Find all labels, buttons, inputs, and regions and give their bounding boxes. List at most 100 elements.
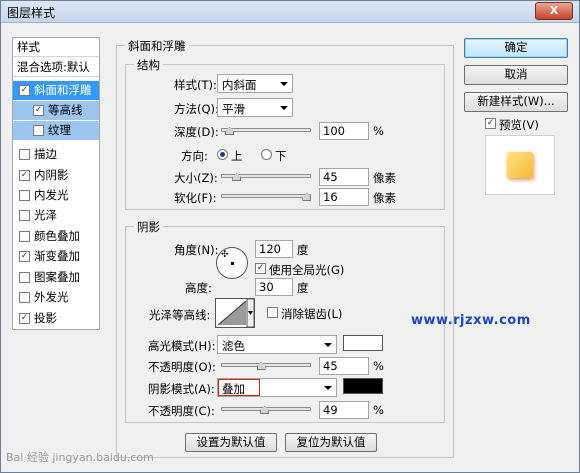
- altitude-unit: 度: [297, 281, 309, 295]
- style-item-contour[interactable]: ✓ 等高线: [13, 101, 99, 120]
- gradient-overlay-checkbox[interactable]: ✓: [19, 251, 30, 262]
- style-item-label: 斜面和浮雕: [34, 83, 92, 97]
- soften-unit: 像素: [373, 191, 396, 205]
- chevron-down-icon: [280, 82, 288, 86]
- soften-input[interactable]: 16: [319, 188, 369, 206]
- structure-title: 结构: [134, 57, 163, 73]
- depth-slider-track[interactable]: [221, 128, 311, 132]
- highlight-mode-label: 高光模式(H):: [148, 339, 216, 353]
- style-dropdown-value: 内斜面: [222, 78, 257, 92]
- anti-alias-checkbox[interactable]: [267, 307, 278, 318]
- style-item-label: 内发光: [34, 188, 69, 202]
- inner-glow-checkbox[interactable]: [19, 190, 30, 201]
- style-preview: [485, 135, 555, 195]
- drop-shadow-checkbox[interactable]: ✓: [19, 313, 30, 324]
- direction-up-label: 上: [231, 149, 243, 163]
- styles-list: 样式 混合选项:默认 ✓ 斜面和浮雕 ✓ 等高线 纹理 描边 ✓ 内阴影 内发光…: [12, 37, 100, 330]
- style-item-label: 颜色叠加: [34, 229, 80, 243]
- inner-shadow-checkbox[interactable]: ✓: [19, 170, 30, 181]
- layer-style-dialog: 图层样式 X 样式 混合选项:默认 ✓ 斜面和浮雕 ✓ 等高线 纹理 描边 ✓ …: [0, 0, 580, 473]
- direction-down-label: 下: [275, 149, 287, 163]
- angle-input[interactable]: 120: [255, 240, 293, 258]
- shadow-opacity-unit: %: [373, 403, 384, 417]
- style-item-stroke[interactable]: 描边: [13, 145, 99, 164]
- close-button[interactable]: X: [535, 2, 573, 20]
- style-item-label: 等高线: [48, 103, 83, 117]
- style-item-outer-glow[interactable]: 外发光: [13, 288, 99, 307]
- depth-input[interactable]: 100: [319, 122, 369, 140]
- shadow-color-swatch[interactable]: [343, 378, 383, 394]
- technique-dropdown-value: 平滑: [222, 102, 245, 116]
- style-item-label: 投影: [34, 311, 57, 325]
- size-input[interactable]: 45: [319, 168, 369, 186]
- style-item-inner-shadow[interactable]: ✓ 内阴影: [13, 166, 99, 185]
- gloss-contour-label: 光泽等高线:: [149, 308, 211, 322]
- reset-default-button[interactable]: 复位为默认值: [285, 433, 377, 452]
- new-style-button[interactable]: 新建样式(W)...: [464, 92, 568, 112]
- depth-label: 深度(D):: [174, 125, 219, 139]
- outer-glow-checkbox[interactable]: [19, 292, 30, 303]
- gloss-contour-picker[interactable]: [215, 298, 255, 328]
- crosshair-icon: ✣: [221, 250, 229, 260]
- style-item-satin[interactable]: 光泽: [13, 206, 99, 225]
- style-item-label: 渐变叠加: [34, 249, 80, 263]
- size-unit: 像素: [373, 171, 396, 185]
- texture-checkbox[interactable]: [33, 125, 44, 136]
- style-item-pattern-overlay[interactable]: 图案叠加: [13, 268, 99, 287]
- ok-button[interactable]: 确定: [464, 38, 568, 58]
- highlight-opacity-input[interactable]: 45: [319, 357, 369, 375]
- shading-title: 阴影: [134, 219, 163, 235]
- shadow-opacity-input[interactable]: 49: [319, 401, 369, 419]
- highlight-mode-dropdown[interactable]: 滤色: [217, 335, 337, 354]
- size-label: 大小(Z):: [174, 171, 218, 185]
- preview-label: 预览(V): [499, 118, 539, 132]
- style-item-inner-glow[interactable]: 内发光: [13, 186, 99, 205]
- cancel-button[interactable]: 取消: [464, 65, 568, 85]
- shadow-opacity-label: 不透明度(C):: [148, 404, 215, 418]
- style-dropdown[interactable]: 内斜面: [217, 74, 293, 93]
- style-item-drop-shadow[interactable]: ✓ 投影: [13, 309, 99, 328]
- direction-down-radio[interactable]: [261, 149, 272, 160]
- style-label: 样式(T):: [174, 78, 217, 92]
- soften-slider-track[interactable]: [221, 194, 311, 198]
- chevron-down-icon: [324, 386, 332, 390]
- shadow-mode-highlight-box: [218, 379, 260, 396]
- style-item-texture[interactable]: 纹理: [13, 121, 99, 140]
- make-default-button[interactable]: 设置为默认值: [185, 433, 277, 452]
- altitude-input[interactable]: 30: [255, 278, 293, 296]
- bevel-emboss-checkbox[interactable]: ✓: [19, 85, 30, 96]
- direction-up-radio[interactable]: [217, 149, 228, 160]
- preview-checkbox[interactable]: ✓: [485, 118, 496, 129]
- style-item-bevel-emboss[interactable]: ✓ 斜面和浮雕: [13, 81, 99, 100]
- technique-dropdown[interactable]: 平滑: [217, 98, 293, 117]
- window-title: 图层样式: [7, 6, 56, 20]
- style-item-color-overlay[interactable]: 颜色叠加: [13, 227, 99, 246]
- title-bar: 图层样式 X: [1, 1, 579, 23]
- satin-checkbox[interactable]: [19, 210, 30, 221]
- angle-label: 角度(N):: [174, 243, 219, 257]
- style-item-gradient-overlay[interactable]: ✓ 渐变叠加: [13, 247, 99, 266]
- altitude-label: 高度:: [185, 281, 212, 295]
- global-light-label: 使用全局光(G): [269, 263, 345, 277]
- contour-checkbox[interactable]: ✓: [33, 105, 44, 116]
- color-overlay-checkbox[interactable]: [19, 231, 30, 242]
- style-item-label: 图案叠加: [34, 270, 80, 284]
- highlight-opacity-unit: %: [373, 359, 384, 373]
- angle-dial[interactable]: ✣: [216, 247, 248, 279]
- technique-label: 方法(Q):: [174, 102, 219, 116]
- blend-options-item[interactable]: 混合选项:默认: [13, 58, 99, 77]
- style-item-label: 光泽: [34, 208, 57, 222]
- styles-header[interactable]: 样式: [13, 38, 99, 57]
- pattern-overlay-checkbox[interactable]: [19, 272, 30, 283]
- baidu-watermark: Bai 经验 jingyan.baidu.com: [6, 451, 154, 464]
- highlight-opacity-track[interactable]: [221, 363, 311, 367]
- anti-alias-label: 消除锯齿(L): [281, 307, 343, 321]
- stroke-checkbox[interactable]: [19, 149, 30, 160]
- highlight-color-swatch[interactable]: [343, 335, 383, 351]
- preview-thumbnail: [507, 152, 533, 178]
- global-light-checkbox[interactable]: ✓: [255, 263, 266, 274]
- chevron-down-icon: [280, 106, 288, 110]
- chevron-down-icon: [324, 343, 332, 347]
- bevel-emboss-title: 斜面和浮雕: [125, 38, 189, 54]
- direction-label: 方向:: [181, 149, 208, 163]
